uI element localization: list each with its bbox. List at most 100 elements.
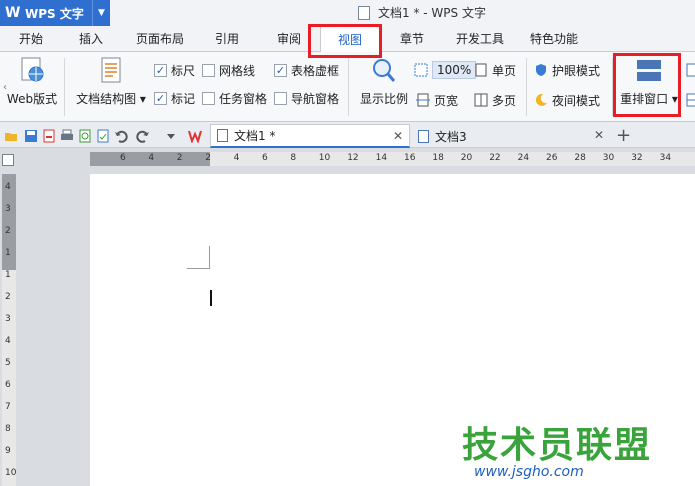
overflow-icon-top[interactable]	[686, 60, 695, 80]
magnifier-icon	[371, 56, 397, 84]
app-menu-button[interactable]: W WPS 文字 ▼	[0, 0, 110, 26]
moon-icon	[534, 93, 548, 107]
ruler-number: 24	[517, 153, 530, 163]
close-icon[interactable]: ✕	[393, 129, 403, 143]
chevron-down-icon[interactable]: ▼	[92, 0, 110, 26]
text-cursor	[210, 290, 212, 306]
app-name: WPS 文字	[25, 6, 84, 21]
ruler-text-area	[210, 152, 695, 166]
ruler-number: 2	[205, 153, 211, 163]
checkbox-task-pane-box[interactable]	[202, 91, 215, 105]
tab-insert[interactable]: 插入	[66, 26, 116, 52]
ruler-number: 5	[5, 358, 11, 368]
multi-page-label: 多页	[492, 93, 517, 108]
multi-page-button[interactable]: 多页	[474, 90, 516, 110]
zoom-button[interactable]: 显示比例	[356, 56, 412, 107]
gridlines-checkbox[interactable]: 网格线	[202, 62, 255, 78]
ruler-number: 6	[5, 380, 11, 390]
doc-structure-button[interactable]: 文档结构图 ▾	[74, 56, 148, 107]
marks-checkbox[interactable]: ✓ 标记	[154, 90, 195, 106]
doc-structure-label: 文档结构图 ▾	[76, 92, 146, 106]
tab-home[interactable]: 开始	[6, 26, 56, 52]
night-mode-button[interactable]: 夜间模式	[534, 90, 600, 110]
task-pane-label: 任务窗格	[219, 91, 268, 106]
web-layout-button[interactable]: Web版式	[6, 56, 58, 107]
ruler-number: 8	[290, 153, 297, 163]
ruler-number: 7	[5, 402, 11, 412]
redo-icon[interactable]	[136, 128, 150, 143]
margin-corner-mark	[187, 246, 210, 269]
ruler-number: 16	[404, 153, 416, 163]
ruler-number: 4	[5, 336, 11, 346]
spellcheck-icon[interactable]	[96, 128, 110, 143]
vertical-ruler[interactable]: 4 3 2 1 1 2 3 4 5 6 7 8 9 10	[2, 174, 16, 486]
single-page-button[interactable]: 单页	[474, 60, 516, 80]
ruler-checkbox[interactable]: ✓ 标尺	[154, 62, 195, 78]
ruler-number: 4	[5, 182, 11, 192]
split-window-icon	[686, 93, 695, 107]
pdf-icon[interactable]	[42, 128, 56, 143]
zoom-100-button[interactable]: 100%	[414, 60, 477, 80]
tab-sections[interactable]: 章节	[388, 26, 436, 52]
checkbox-table-gridlines-box[interactable]: ✓	[274, 63, 287, 77]
ruler-number: 26	[546, 153, 558, 163]
horizontal-ruler[interactable]: 6 4 2 2 4 6 8 10 12 14 16 18 20 22 24 26 28 30 32 34	[90, 152, 695, 166]
highlight-arrange-windows	[613, 53, 681, 117]
zoom-label: 显示比例	[359, 92, 408, 106]
fit-page-icon	[414, 63, 428, 77]
window-title-text: 文档1 * - WPS 文字	[378, 6, 486, 20]
ruler-number: 3	[5, 204, 11, 214]
tab-developer[interactable]: 开发工具	[448, 26, 512, 52]
document-icon	[358, 5, 370, 20]
save-icon[interactable]	[24, 128, 38, 142]
ruler-number: 6	[262, 153, 268, 163]
doc-tab-1[interactable]: 文档1 * ✕	[210, 124, 410, 148]
quick-access-menu-icon[interactable]	[164, 128, 178, 142]
checkbox-nav-pane-box[interactable]	[274, 91, 287, 105]
close-icon[interactable]: ✕	[594, 128, 604, 142]
web-layout-label: Web版式	[6, 92, 58, 106]
ribbon-view: ‹ Web版式 文档结构图 ▾ ✓ 标尺 网格线 ✓ 表格虚框 ✓ 标记 任务窗…	[0, 52, 695, 122]
tab-review[interactable]: 审阅	[266, 26, 312, 52]
window-title: 文档1 * - WPS 文字	[358, 4, 486, 21]
open-folder-icon[interactable]	[4, 128, 18, 142]
shield-icon	[534, 63, 548, 77]
page-width-icon	[416, 93, 430, 107]
eye-mode-label: 护眼模式	[552, 63, 601, 78]
tab-references[interactable]: 引用	[204, 26, 250, 52]
print-icon[interactable]	[60, 128, 74, 142]
document-icon	[217, 129, 228, 142]
page-width-button[interactable]: 页宽	[416, 90, 458, 110]
checkbox-gridlines-box[interactable]	[202, 63, 215, 77]
task-pane-checkbox[interactable]: 任务窗格	[202, 90, 267, 106]
ruler-number: 22	[489, 153, 501, 163]
ruler-number: 2	[5, 292, 11, 302]
zoom-value: 100%	[432, 61, 477, 79]
watermark-text: 技术员联盟	[462, 425, 653, 466]
gridlines-label: 网格线	[219, 63, 256, 78]
title-bar: W WPS 文字 ▼ 文档1 * - WPS 文字	[0, 0, 695, 26]
ruler-number: 28	[574, 153, 586, 163]
new-tab-plus-icon[interactable]: +	[616, 125, 632, 146]
print-preview-icon[interactable]	[78, 128, 92, 143]
overflow-icon-bottom[interactable]	[686, 90, 695, 110]
doc-tab-2[interactable]: 文档3 ✕	[412, 124, 610, 148]
ribbon-divider	[64, 58, 65, 116]
nav-pane-checkbox[interactable]: 导航窗格	[274, 90, 339, 106]
undo-icon[interactable]	[114, 128, 128, 143]
ruler-tab-selector[interactable]	[2, 154, 14, 166]
page-width-label: 页宽	[434, 93, 459, 108]
ruler-number: 18	[432, 153, 444, 163]
ruler-number: 3	[5, 314, 11, 324]
ruler-number: 8	[5, 424, 11, 434]
tab-features[interactable]: 特色功能	[520, 26, 588, 52]
table-gridlines-checkbox[interactable]: ✓ 表格虚框	[274, 62, 339, 78]
checkbox-ruler-box[interactable]: ✓	[154, 63, 167, 77]
checkbox-marks-box[interactable]: ✓	[154, 91, 167, 105]
eye-mode-button[interactable]: 护眼模式	[534, 60, 600, 80]
multi-page-icon	[474, 93, 488, 107]
ribbon-divider	[526, 58, 527, 116]
tab-page-layout[interactable]: 页面布局	[128, 26, 192, 52]
wps-home-icon[interactable]	[188, 128, 202, 144]
ruler-number: 10	[318, 153, 331, 163]
